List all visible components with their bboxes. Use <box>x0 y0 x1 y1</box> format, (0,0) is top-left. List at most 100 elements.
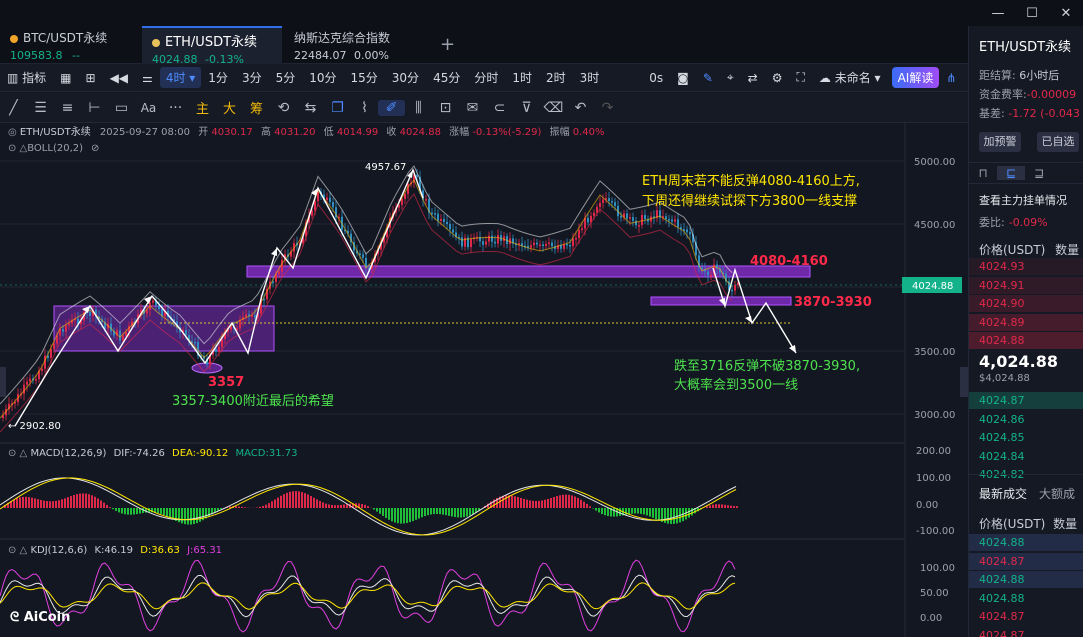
interval-15m[interactable]: 15分 <box>344 69 385 86</box>
horizontal-ray-icon[interactable]: ⊢ <box>81 100 108 116</box>
add-alert-button[interactable]: 加预警 <box>979 132 1021 152</box>
text-tool-icon[interactable]: Aa <box>135 101 162 115</box>
settings-icon[interactable]: ⚙ <box>765 71 790 85</box>
orderbook-row[interactable]: 4024.93 <box>969 258 1083 275</box>
interval-2h[interactable]: 2时 <box>539 69 573 86</box>
copy-icon[interactable]: ❐ <box>324 100 351 116</box>
rectangle-icon[interactable]: ▭ <box>108 100 135 116</box>
share-icon[interactable]: ⋔ <box>939 71 963 85</box>
interval-30m[interactable]: 30分 <box>385 69 426 86</box>
macd-bar <box>271 501 273 508</box>
seconds-button[interactable]: 0s <box>642 71 670 85</box>
orderbook-row[interactable]: 4024.89 <box>969 313 1083 331</box>
trendline-icon[interactable]: ╱ <box>0 100 27 116</box>
compare-icon[interactable]: ⇄ <box>741 71 765 85</box>
watchlist-button[interactable]: 已自选 <box>1037 132 1079 152</box>
grid-icon[interactable]: ⊞ <box>79 71 103 85</box>
bars-icon[interactable]: ⫼ <box>405 100 432 116</box>
book-both-icon[interactable]: ⊓ <box>969 166 997 180</box>
horizontal-lines-icon[interactable]: ≡ <box>54 100 81 116</box>
macd-bar <box>115 508 117 511</box>
orderbook-row[interactable]: 4024.88 <box>969 332 1083 349</box>
chips-label[interactable]: 筹 <box>243 98 270 117</box>
magnet-icon[interactable]: ⊂ <box>486 100 513 116</box>
candle-body <box>593 212 595 216</box>
add-tab-button[interactable]: + <box>440 34 455 55</box>
interval-timeline[interactable]: 分时 <box>467 69 505 86</box>
trash-icon[interactable]: ⌫ <box>540 100 567 116</box>
macd-bar <box>457 508 459 518</box>
note-3357: 3357-3400附近最后的希望 <box>172 393 334 409</box>
large-trades-tab[interactable]: 大额成 <box>1039 487 1075 501</box>
eye-icon[interactable]: ⊘ <box>91 143 99 154</box>
undo-icon[interactable]: ↶ <box>567 100 594 116</box>
macd-bar <box>274 499 276 508</box>
candle-body <box>497 235 499 244</box>
interval-5m[interactable]: 5分 <box>269 69 303 86</box>
candle-type-icon[interactable]: ⚌ <box>135 71 160 85</box>
orderbook-row[interactable]: 4024.86 <box>969 411 1083 428</box>
book-asks-icon[interactable]: ⊑ <box>997 166 1025 180</box>
orderbook-title[interactable]: 查看主力挂单情况 <box>979 192 1067 208</box>
ai-interpret-button[interactable]: AI解读 <box>891 67 940 88</box>
macd-bar <box>313 497 315 508</box>
orderbook-row[interactable]: 4024.84 <box>969 448 1083 465</box>
fullscreen-icon[interactable]: ⛶ <box>789 70 811 85</box>
orderbook-row[interactable]: 4024.91 <box>969 276 1083 294</box>
candle-body <box>125 332 127 336</box>
macd-settings-icon[interactable]: ⊙ △ <box>8 448 28 459</box>
tab-btc[interactable]: BTC/USDT永续 109583.8 -- <box>0 26 140 64</box>
maximize-button[interactable]: ☐ <box>1015 0 1049 26</box>
candle-body <box>230 326 232 330</box>
book-bids-icon[interactable]: ⊒ <box>1025 166 1053 180</box>
indicator-button[interactable]: ▥ 指标 <box>0 69 53 86</box>
interval-3h[interactable]: 3时 <box>573 69 607 86</box>
interval-1m[interactable]: 1分 <box>201 69 235 86</box>
close-button[interactable]: ✕ <box>1049 0 1083 26</box>
more-icon[interactable]: ··· <box>162 100 189 116</box>
macd-bar <box>109 507 111 508</box>
trade-row: 4024.88 <box>979 591 1025 605</box>
draw-icon[interactable]: ✐ <box>378 99 405 116</box>
ruler-icon[interactable]: ⌇ <box>351 100 378 116</box>
macd-bar <box>136 508 138 515</box>
orderbook-row[interactable]: 4024.90 <box>969 295 1083 312</box>
rewind-icon[interactable]: ◀◀ <box>103 71 135 85</box>
filter-icon[interactable]: ⊽ <box>513 100 540 116</box>
orderbook-row[interactable]: 4024.87 <box>969 392 1083 409</box>
latest-trades-tab[interactable]: 最新成交 <box>979 487 1027 501</box>
minimize-button[interactable]: — <box>981 0 1015 26</box>
main-label[interactable]: 主 <box>189 98 216 117</box>
camera-icon[interactable]: ◙ <box>670 71 696 85</box>
price-chart[interactable]: 5000.004500.004000.003500.003000.00 200.… <box>0 123 968 637</box>
lock-icon[interactable]: ⊡ <box>432 100 459 116</box>
candle-body <box>41 368 43 371</box>
layout-icon[interactable]: ▦ <box>53 71 78 85</box>
refresh-icon[interactable]: ⟲ <box>270 100 297 116</box>
candle-body <box>686 229 688 233</box>
layout-name-select[interactable]: ☁ 未命名 ▾ <box>812 69 888 86</box>
tab-eth[interactable]: ETH/USDT永续 4024.88 -0.13% <box>142 26 282 66</box>
interval-1h[interactable]: 1时 <box>505 69 539 86</box>
redo-icon[interactable]: ↷ <box>594 100 621 116</box>
pen-icon[interactable]: ✎ <box>696 71 720 85</box>
left-collapse-handle[interactable] <box>0 367 6 397</box>
chart-icon: ▥ <box>7 71 23 85</box>
orderbook-row[interactable]: 4024.85 <box>969 429 1083 446</box>
interval-10m[interactable]: 10分 <box>302 69 343 86</box>
large-label[interactable]: 大 <box>216 98 243 117</box>
tab-nasdaq[interactable]: 纳斯达克综合指数 22484.07 0.00% <box>284 26 424 64</box>
kdj-settings-icon[interactable]: ⊙ △ <box>8 545 28 556</box>
note-icon[interactable]: ✉ <box>459 100 486 116</box>
interval-45m[interactable]: 45分 <box>426 69 467 86</box>
parallel-lines-icon[interactable]: ☰ <box>27 100 54 116</box>
macd-bar <box>559 495 561 508</box>
collapse-icon[interactable]: ⊙ △ <box>8 143 28 154</box>
macd-bar <box>520 497 522 508</box>
interval-3m[interactable]: 3分 <box>235 69 269 86</box>
crosshair-icon[interactable]: ⌖ <box>720 70 741 85</box>
info-amp-label: 振幅 <box>550 125 570 138</box>
interval-4h[interactable]: 4时 ▾ <box>159 67 202 88</box>
right-collapse-handle[interactable] <box>960 367 968 397</box>
convert-icon[interactable]: ⇆ <box>297 100 324 116</box>
